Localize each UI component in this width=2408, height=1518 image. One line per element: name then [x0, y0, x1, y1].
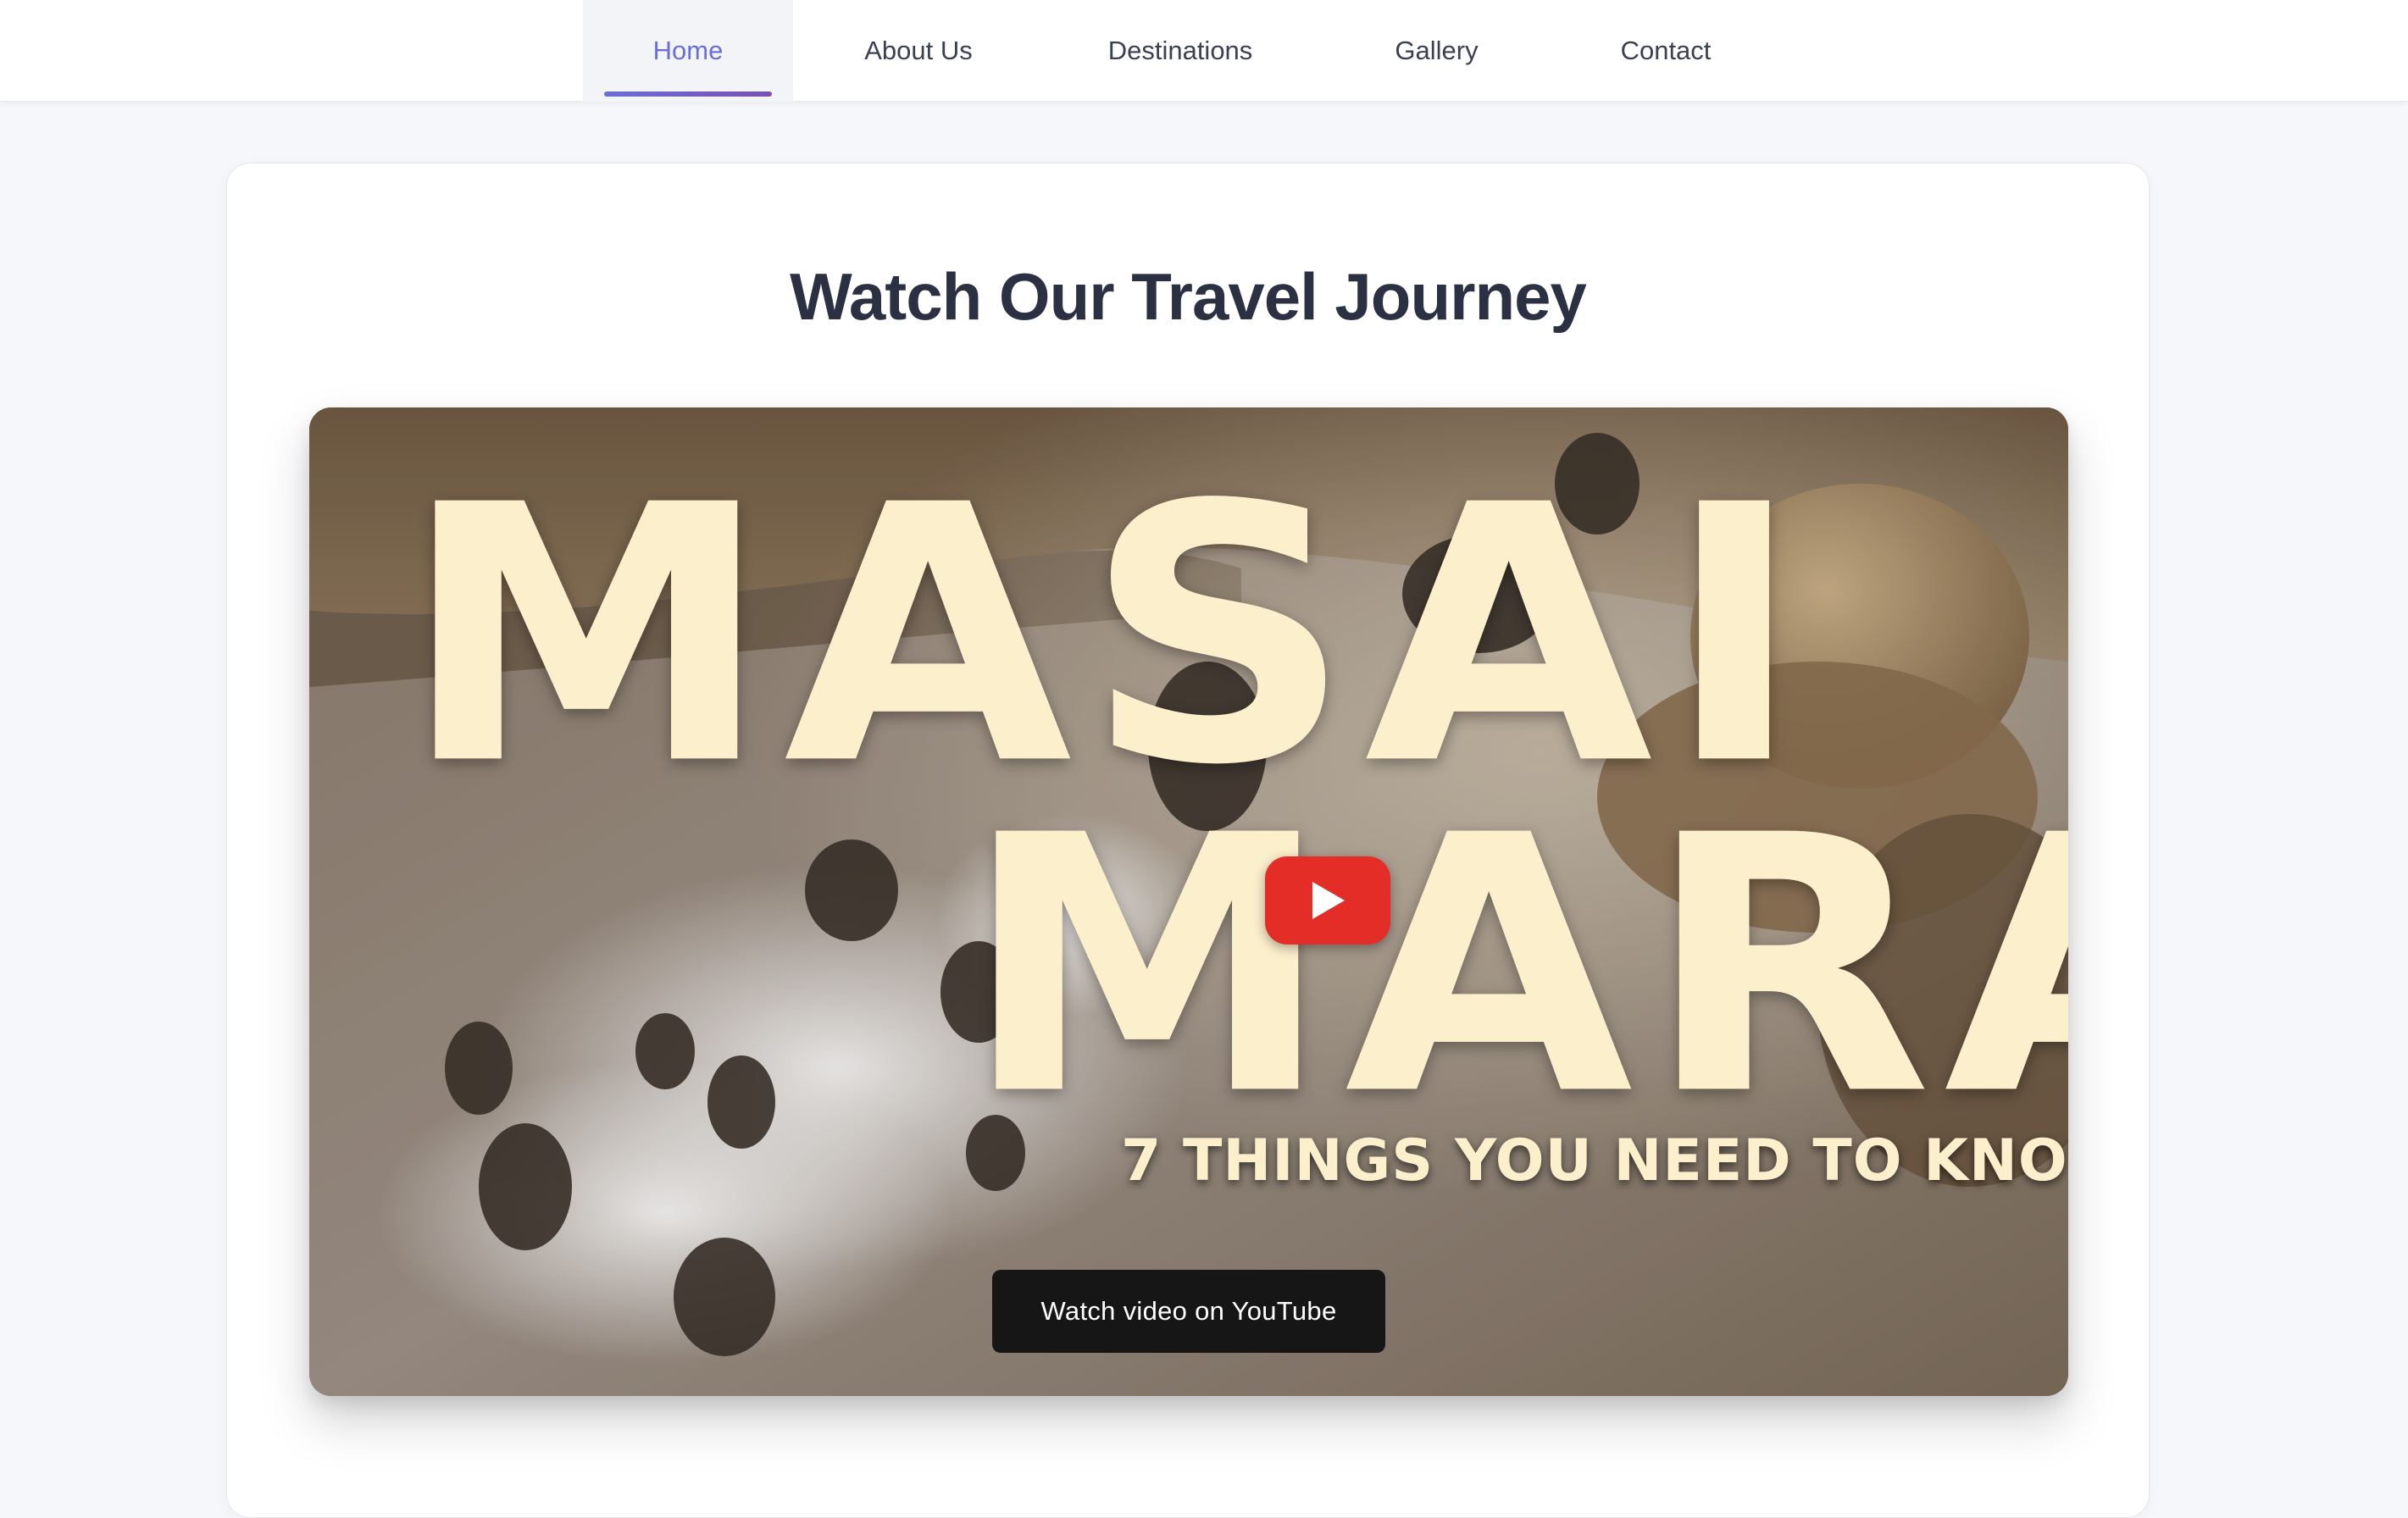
nav-list: Home About Us Destinations Gallery Conta… [583, 0, 1775, 102]
nav-item-contact[interactable]: Contact [1556, 0, 1775, 102]
video-section-card: Watch Our Travel Journey MASAI MAR 7 THI… [226, 163, 2150, 1518]
youtube-video-embed[interactable]: MASAI MARA 7 THINGS YOU NEED TO KNOW! Wa… [309, 407, 2068, 1396]
thumbnail-title-line1: MASAI [401, 429, 1816, 843]
nav-item-gallery[interactable]: Gallery [1317, 0, 1556, 102]
top-navbar: Home About Us Destinations Gallery Conta… [0, 0, 2408, 102]
section-title: Watch Our Travel Journey [790, 259, 1587, 334]
thumbnail-subtitle: 7 THINGS YOU NEED TO KNOW! [1121, 1127, 2068, 1194]
thumbnail-title-line2: MARA [962, 760, 2068, 1173]
play-icon [1312, 882, 1345, 919]
play-button[interactable] [1265, 856, 1390, 945]
nav-item-destinations[interactable]: Destinations [1044, 0, 1317, 102]
nav-item-about-us[interactable]: About Us [793, 0, 1044, 102]
nav-item-home[interactable]: Home [583, 0, 793, 102]
watch-on-youtube-button[interactable]: Watch video on YouTube [992, 1270, 1385, 1353]
